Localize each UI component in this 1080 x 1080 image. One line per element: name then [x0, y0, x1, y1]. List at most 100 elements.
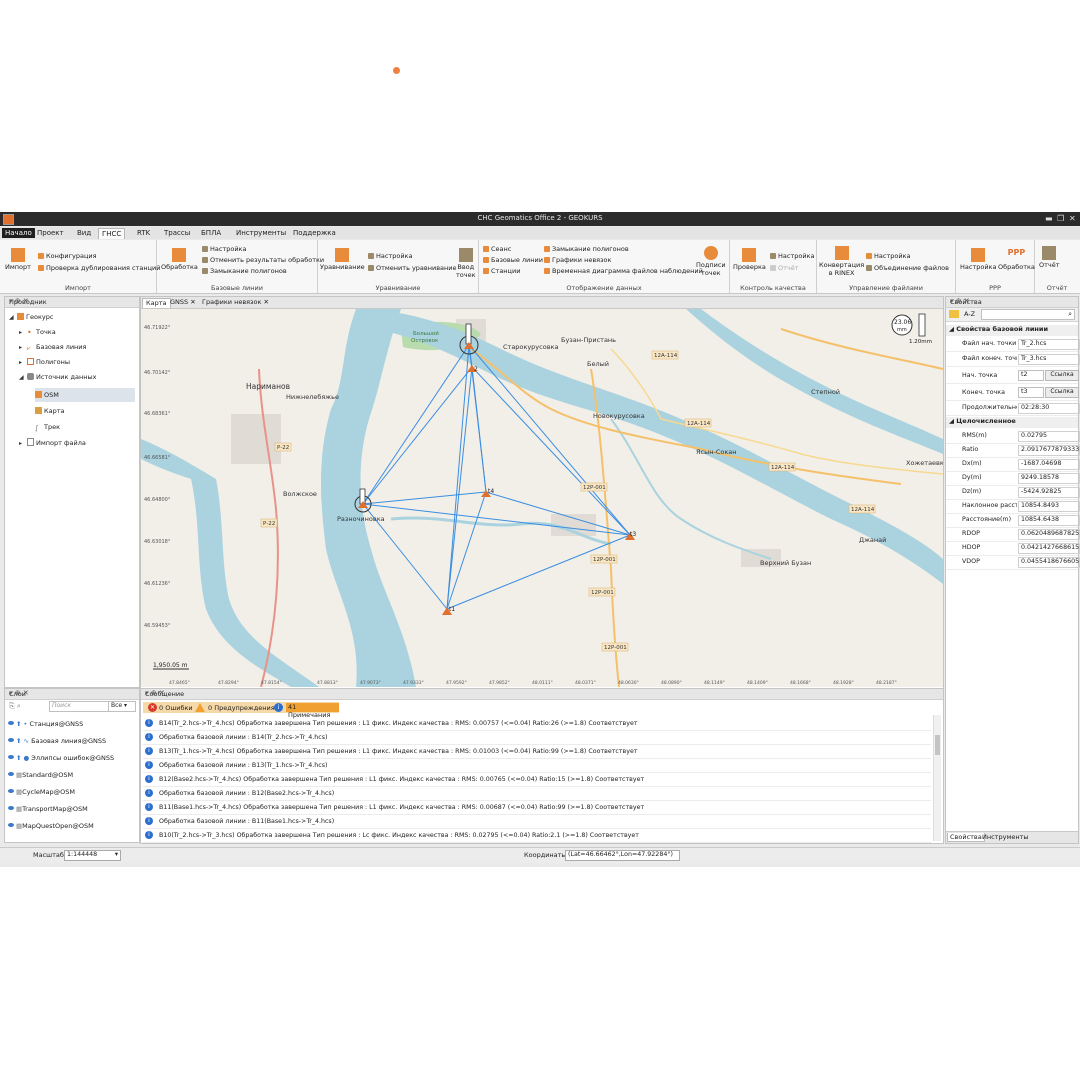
config-button[interactable]: Конфигурация: [38, 252, 97, 260]
close-icon[interactable]: ✕: [190, 298, 195, 306]
eye-icon[interactable]: [8, 823, 14, 827]
message-row[interactable]: i B10(Tr_2.hcs->Tr_3.hcs) Обработка завер…: [143, 829, 931, 843]
qc-settings-button[interactable]: Настройка: [770, 252, 814, 260]
stations-toggle[interactable]: Станции: [483, 267, 520, 275]
scrollbar-thumb[interactable]: [935, 735, 940, 755]
expand-icon[interactable]: ▸: [19, 344, 27, 351]
categorized-icon[interactable]: [949, 310, 959, 318]
message-row[interactable]: i B12(Base2.hcs->Tr_4.hcs) Обработка заве…: [143, 773, 931, 787]
map-canvas[interactable]: 2 t4 t1 t3 Нариманов Нижнелебяжье Старок…: [141, 309, 943, 687]
duplicate-check-button[interactable]: Проверка дублирования станций: [38, 264, 160, 272]
link-button[interactable]: Ссылка: [1045, 387, 1079, 398]
tab-residuals[interactable]: Графики невязок ✕: [199, 298, 272, 307]
prop-value[interactable]: 10854.6438: [1018, 515, 1080, 526]
sort-az-button[interactable]: A-Z: [964, 310, 975, 318]
adjust-settings-button[interactable]: Настройка: [368, 252, 412, 260]
report-button[interactable]: Отчёт: [1039, 246, 1060, 269]
point-captions-button[interactable]: Подписи точек: [696, 246, 726, 277]
menu-start[interactable]: Начало: [2, 228, 35, 238]
prop-value[interactable]: t3: [1018, 387, 1044, 398]
session-button[interactable]: Сеанс: [483, 245, 511, 253]
tree-item-import-file[interactable]: ▸ Импорт файла: [19, 438, 86, 447]
menu-project[interactable]: Проект: [34, 228, 67, 238]
tree-item-osm[interactable]: OSM: [35, 388, 135, 402]
messages-scrollbar[interactable]: [933, 715, 941, 841]
menu-uav[interactable]: БПЛА: [198, 228, 224, 238]
tree-item-polygons[interactable]: ▸ Полигоны: [19, 358, 70, 366]
prop-value[interactable]: 0.0455418676605: [1018, 557, 1080, 568]
message-row[interactable]: i Обработка базовой линии : B14(Tr_2.hcs-…: [143, 731, 931, 745]
undo-processing-button[interactable]: Отменить результаты обработки: [202, 256, 324, 264]
layer-row[interactable]: ▦Standard@OSM: [8, 771, 73, 779]
scale-select[interactable]: 1:144448 ▾: [64, 850, 121, 861]
layer-filter-select[interactable]: Все ▾: [108, 701, 136, 712]
closure-display-button[interactable]: Замыкание полигонов: [544, 245, 629, 253]
layer-row[interactable]: ⬆ • Станция@GNSS: [8, 720, 83, 728]
tree-item-project[interactable]: ◢ Геокурс: [9, 313, 53, 321]
panel-controls-icon[interactable]: ▾ ⊕ ✕: [950, 297, 1075, 305]
link-button[interactable]: Ссылка: [1045, 370, 1079, 381]
section-integer[interactable]: ◢ Целочисленное: [946, 417, 1078, 428]
expand-icon[interactable]: ▸: [19, 440, 27, 447]
input-points-button[interactable]: Ввод точек: [456, 248, 476, 279]
menu-rtk[interactable]: RTK: [134, 228, 153, 238]
collapse-icon[interactable]: ◢: [949, 417, 954, 425]
layer-search-input[interactable]: Поиск: [49, 701, 109, 712]
notes-filter[interactable]: 41 Примечания: [286, 703, 339, 719]
message-row[interactable]: i Обработка базовой линии : B12(Base2.hcs…: [143, 787, 931, 801]
baselines-toggle[interactable]: Базовые линии: [483, 256, 543, 264]
eye-icon[interactable]: [8, 738, 14, 742]
check-button[interactable]: Проверка: [733, 248, 766, 271]
message-row[interactable]: i B14(Tr_2.hcs->Tr_4.hcs) Обработка завер…: [143, 717, 931, 731]
residual-graphs-button[interactable]: Графики невязок: [544, 256, 611, 264]
eye-icon[interactable]: [8, 806, 14, 810]
eye-icon[interactable]: [8, 789, 14, 793]
tab-tools[interactable]: Инструменты: [980, 833, 1031, 841]
expand-icon[interactable]: ▸: [19, 359, 27, 366]
prop-value[interactable]: 2.09176778793335: [1018, 445, 1080, 456]
expand-icon[interactable]: ▸: [19, 329, 27, 336]
collapse-icon[interactable]: ◢: [949, 325, 954, 333]
tree-item-baseline[interactable]: ▸ ⩗ Базовая линия: [19, 343, 86, 352]
error-icon[interactable]: ✕: [148, 703, 157, 712]
message-row[interactable]: i B11(Base1.hcs->Tr_4.hcs) Обработка заве…: [143, 801, 931, 815]
menu-view[interactable]: Вид: [74, 228, 94, 238]
message-row[interactable]: i Обработка базовой линии : B11(Base1.hcs…: [143, 815, 931, 829]
layer-row[interactable]: ▦TransportMap@OSM: [8, 805, 88, 813]
undo-adjust-button[interactable]: Отменить уравнивание: [368, 264, 457, 272]
layer-row[interactable]: ▦MapQuestOpen@OSM: [8, 822, 94, 830]
eye-icon[interactable]: [8, 755, 14, 759]
prop-value[interactable]: -1687.04698: [1018, 459, 1080, 470]
prop-value[interactable]: 0.0620489687825: [1018, 529, 1080, 540]
expand-icon[interactable]: ◢: [19, 374, 27, 381]
layer-row[interactable]: ⬆ ∿ Базовая линия@GNSS: [8, 737, 106, 745]
timeline-button[interactable]: Временная диаграмма файлов наблюдений: [544, 267, 703, 275]
close-icon[interactable]: ✕: [1069, 214, 1076, 223]
ppp-processing-button[interactable]: PPP Обработка: [998, 248, 1035, 271]
tree-item-point[interactable]: ▸ • Точка: [19, 328, 56, 337]
adjust-button[interactable]: Уравнивание: [320, 248, 365, 271]
import-button[interactable]: Импорт: [5, 248, 31, 271]
menu-tools[interactable]: Инструменты: [233, 228, 289, 238]
errors-filter[interactable]: 0 Ошибки: [159, 704, 193, 712]
convert-rinex-button[interactable]: Конвертация в RINEX: [819, 246, 864, 277]
layer-row[interactable]: ⬆ ● Эллипсы ошибок@GNSS: [8, 754, 114, 762]
baseline-settings-button[interactable]: Настройка: [202, 245, 246, 253]
prop-value[interactable]: -5424.92825: [1018, 487, 1080, 498]
warnings-filter[interactable]: 0 Предупреждения: [208, 704, 275, 712]
eye-icon[interactable]: [8, 772, 14, 776]
tab-gnss[interactable]: GNSS ✕: [167, 298, 199, 307]
prop-value[interactable]: t2: [1018, 370, 1044, 381]
eye-icon[interactable]: [8, 721, 14, 725]
qc-report-button[interactable]: Отчёт: [770, 264, 799, 272]
prop-value[interactable]: 9249.18578: [1018, 473, 1080, 484]
expand-icon[interactable]: ◢: [9, 314, 17, 321]
merge-files-button[interactable]: Объединение файлов: [866, 264, 949, 272]
ppp-settings-button[interactable]: Настройка: [960, 248, 996, 271]
info-icon[interactable]: i: [274, 703, 283, 712]
layer-row[interactable]: ▦CycleMap@OSM: [8, 788, 75, 796]
processing-button[interactable]: Обработка: [161, 248, 198, 271]
tree-item-map[interactable]: Карта: [35, 407, 65, 415]
restore-icon[interactable]: ❐: [1057, 214, 1064, 223]
layer-tools-icon[interactable]: ⎘ ⌕: [9, 702, 21, 711]
